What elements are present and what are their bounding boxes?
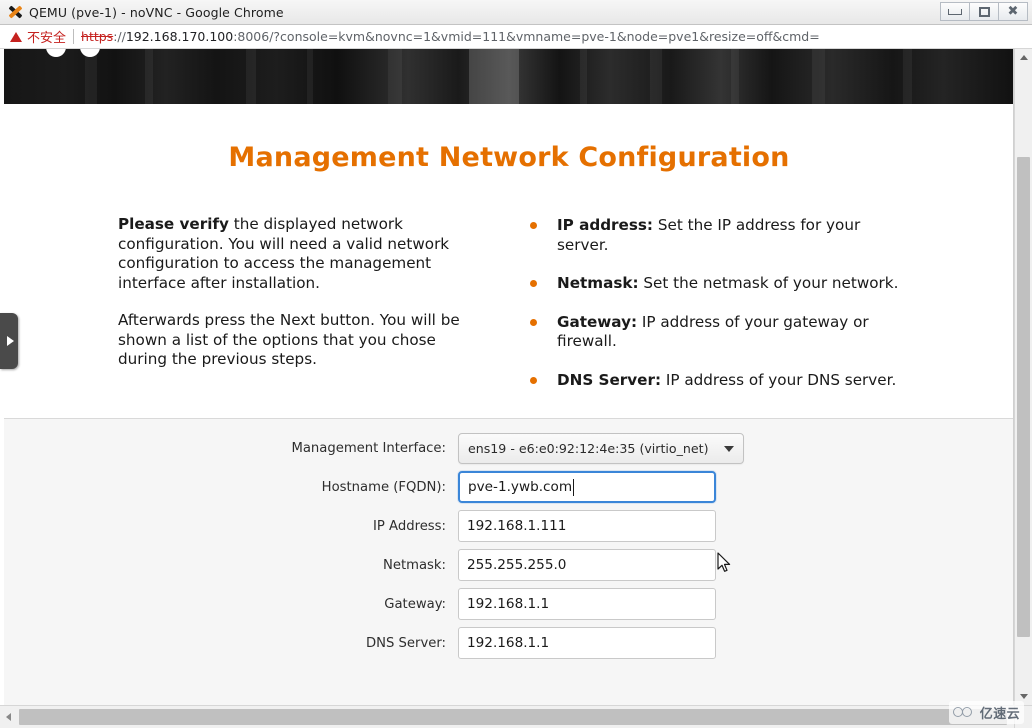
minimize-button[interactable]: [940, 2, 970, 21]
list-item: DNS Server: IP address of your DNS serve…: [530, 371, 906, 391]
address-bar[interactable]: 不安全 https://192.168.170.100:8006/?consol…: [0, 25, 1032, 49]
close-button[interactable]: ✖: [998, 2, 1028, 21]
hostname-fqdn-value: pve-1.ywb.com: [468, 479, 573, 495]
right-triangle-icon: [6, 336, 14, 346]
url-rest: :8006/?console=kvm&novnc=1&vmid=111&vmna…: [233, 29, 820, 44]
bullet-term: Gateway:: [557, 312, 638, 331]
description-paragraph: Afterwards press the Next button. You wi…: [118, 311, 484, 370]
cloud-logo-icon: [952, 706, 975, 719]
text-caret: [573, 478, 575, 496]
watermark-text: 亿速云: [979, 707, 1020, 722]
form-row-management-interface: Management Interface: ens19 - e6:e0:92:1…: [4, 433, 1013, 464]
minimize-icon: [948, 8, 962, 15]
ip-address-input[interactable]: 192.168.1.111: [458, 510, 716, 542]
bullet-dot-icon: [530, 280, 537, 287]
hostname-fqdn-label: Hostname (FQDN):: [321, 479, 446, 495]
dns-server-input[interactable]: 192.168.1.1: [458, 627, 716, 659]
page-title: Management Network Configuration: [228, 142, 790, 173]
ip-address-label: IP Address:: [373, 518, 446, 534]
watermark: 亿速云: [948, 701, 1024, 724]
form-row-netmask: Netmask: 255.255.255.0: [4, 549, 1013, 581]
url-text[interactable]: https://192.168.170.100:8006/?console=kv…: [81, 29, 820, 44]
chrome-window: QEMU (pve-1) - noVNC - Google Chrome ✖ 不…: [0, 0, 1032, 728]
url-scheme: https: [81, 29, 114, 44]
list-item: IP address: Set the IP address for your …: [530, 216, 906, 255]
bullet-term: Netmask:: [557, 274, 639, 292]
gateway-input[interactable]: 192.168.1.1: [458, 588, 716, 620]
chevron-left-icon: [6, 713, 11, 721]
window-titlebar: QEMU (pve-1) - noVNC - Google Chrome ✖: [0, 0, 1032, 25]
horizontal-scrollbar-thumb[interactable]: [19, 709, 1007, 725]
close-icon: ✖: [1007, 4, 1019, 19]
description-emphasis: Please verify: [118, 215, 229, 233]
installer-page: Management Network Configuration Please …: [4, 104, 1013, 705]
novnc-canvas[interactable]: Management Network Configuration Please …: [0, 49, 1014, 705]
scroll-left-button[interactable]: [0, 706, 17, 728]
gateway-value: 192.168.1.1: [467, 596, 550, 612]
omnibox-divider: [73, 29, 75, 44]
url-separator: ://: [113, 29, 126, 44]
vertical-scrollbar-thumb[interactable]: [1017, 157, 1030, 637]
proxmox-banner-image: [4, 49, 1013, 104]
url-host: 192.168.170.100: [125, 29, 234, 44]
chevron-down-icon: [1019, 694, 1028, 699]
dns-server-value: 192.168.1.1: [467, 635, 550, 651]
dns-server-label: DNS Server:: [365, 635, 446, 651]
gateway-label: Gateway:: [384, 596, 446, 612]
bullet-desc: Set the netmask of your network.: [638, 274, 899, 292]
netmask-label: Netmask:: [382, 557, 446, 573]
chevron-down-icon: [724, 445, 734, 452]
description-bullet-list: IP address: Set the IP address for your …: [530, 215, 906, 390]
netmask-value: 255.255.255.0: [467, 557, 567, 573]
form-row-ip-address: IP Address: 192.168.1.111: [4, 510, 1013, 542]
list-item: Netmask: Set the netmask of your network…: [530, 274, 906, 294]
form-row-gateway: Gateway: 192.168.1.1: [4, 588, 1013, 620]
management-interface-value: ens19 - e6:e0:92:12:4e:35 (virtio_net): [468, 441, 709, 456]
warning-triangle-icon: [10, 31, 22, 42]
maximize-icon: [978, 6, 990, 17]
vertical-scrollbar[interactable]: [1014, 49, 1032, 705]
chrome-x-icon: [7, 4, 23, 20]
form-row-dns-server: DNS Server: 192.168.1.1: [4, 627, 1013, 659]
description-text: Afterwards press the Next button. You wi…: [118, 311, 460, 368]
bullet-desc: IP address of your DNS server.: [661, 370, 897, 389]
novnc-control-drawer-handle[interactable]: [0, 313, 18, 369]
window-title: QEMU (pve-1) - noVNC - Google Chrome: [29, 4, 284, 20]
bullet-dot-icon: [530, 318, 537, 326]
form-row-hostname: Hostname (FQDN): pve-1.ywb.com: [4, 471, 1013, 503]
bullet-dot-icon: [530, 376, 537, 384]
list-item: Gateway: IP address of your gateway or f…: [530, 313, 906, 352]
scroll-up-button[interactable]: [1015, 49, 1032, 66]
netmask-input[interactable]: 255.255.255.0: [458, 549, 716, 581]
ip-address-value: 192.168.1.111: [467, 518, 567, 534]
window-controls: ✖: [940, 2, 1028, 21]
description-left-column: Please verify the displayed network conf…: [118, 215, 484, 390]
bullet-term: DNS Server:: [557, 370, 662, 389]
management-interface-label: Management Interface:: [291, 441, 446, 456]
network-config-form: Management Interface: ens19 - e6:e0:92:1…: [4, 419, 1013, 705]
chevron-up-icon: [1019, 55, 1028, 60]
horizontal-scrollbar[interactable]: [0, 705, 1014, 728]
management-interface-select[interactable]: ens19 - e6:e0:92:12:4e:35 (virtio_net): [458, 433, 744, 464]
bullet-term: IP address:: [557, 216, 654, 234]
hostname-fqdn-input[interactable]: pve-1.ywb.com: [458, 471, 716, 503]
installer-description: Please verify the displayed network conf…: [4, 173, 1013, 390]
maximize-button[interactable]: [969, 2, 999, 21]
description-paragraph: Please verify the displayed network conf…: [118, 215, 484, 293]
security-status-label[interactable]: 不安全: [27, 27, 66, 46]
bullet-dot-icon: [530, 222, 537, 229]
